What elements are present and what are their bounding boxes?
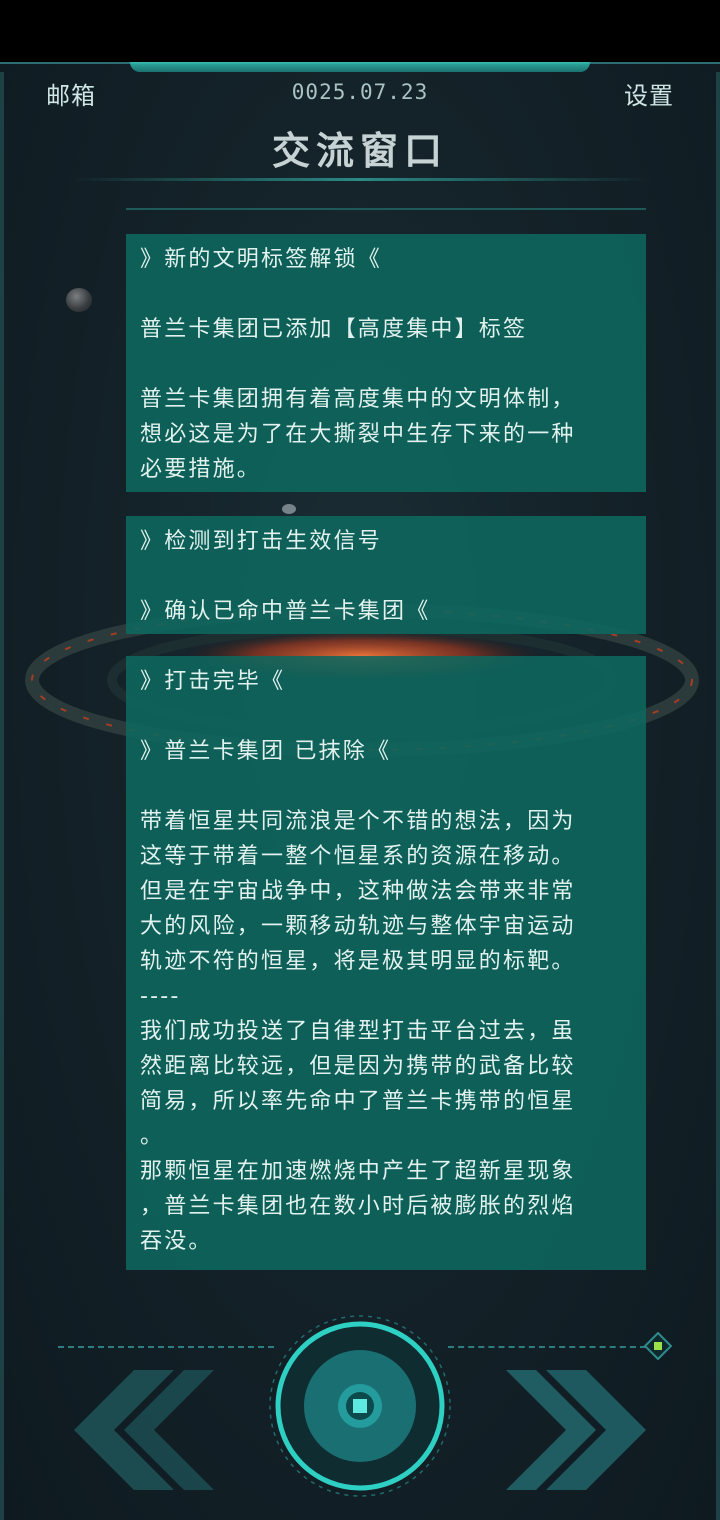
- message-line: 普兰卡集团拥有着高度集中的文明体制，: [140, 387, 576, 412]
- status-bar-area: [0, 0, 720, 62]
- message-line: 。: [140, 1124, 165, 1149]
- message-line: 想必这是为了在大撕裂中生存下来的一种: [140, 422, 576, 447]
- message-card-tag-unlock: 》新的文明标签解锁《 普兰卡集团已添加【高度集中】标签 普兰卡集团拥有着高度集中…: [126, 234, 646, 492]
- message-line: 简易，所以率先命中了普兰卡携带的恒星: [140, 1089, 576, 1114]
- message-line: 》普兰卡集团 已抹除《: [140, 739, 392, 764]
- message-line: 我们成功投送了自律型打击平台过去，虽: [140, 1019, 576, 1044]
- message-line: 》新的文明标签解锁《: [140, 247, 383, 272]
- title-divider: [70, 178, 650, 181]
- distant-planet: [66, 288, 92, 312]
- frame-left-edge: [0, 72, 4, 1520]
- game-date: 0025.07.23: [291, 80, 429, 104]
- message-line: 然距离比较远，但是因为携带的武备比较: [140, 1054, 576, 1079]
- message-line: ----: [140, 984, 181, 1009]
- message-card-strike-signal: 》检测到打击生效信号 》确认已命中普兰卡集团《: [126, 516, 646, 634]
- frame-right-edge: [716, 72, 720, 1520]
- message-line: 吞没。: [140, 1229, 213, 1254]
- frame-top-accent: [130, 62, 590, 72]
- message-line: 大的风险，一颗移动轨迹与整体宇宙运动: [140, 914, 576, 939]
- page-title: 交流窗口: [271, 129, 448, 173]
- message-line: 必要措施。: [140, 457, 262, 482]
- message-line: 》检测到打击生效信号: [140, 529, 383, 554]
- double-chevron-right-icon[interactable]: [506, 1370, 656, 1490]
- message-line: 但是在宇宙战争中，这种做法会带来非常: [140, 879, 576, 904]
- message-line: ，普兰卡集团也在数小时后被膨胀的烈焰: [140, 1194, 576, 1219]
- message-line: 》确认已命中普兰卡集团《: [140, 599, 431, 624]
- confirm-ring-button-icon[interactable]: [268, 1314, 452, 1498]
- message-line: 这等于带着一整个恒星系的资源在移动。: [140, 844, 576, 869]
- message-line: 带着恒星共同流浪是个不错的想法，因为: [140, 809, 576, 834]
- message-line: 普兰卡集团已添加【高度集中】标签: [140, 317, 528, 342]
- message-card-strike-complete: 》打击完毕《 》普兰卡集团 已抹除《 带着恒星共同流浪是个不错的想法，因为 这等…: [126, 656, 646, 1270]
- space-debris: [282, 504, 296, 514]
- content-top-divider: [126, 208, 646, 210]
- diamond-indicator-icon: [644, 1332, 672, 1360]
- control-dashed-line-left: [58, 1346, 274, 1348]
- double-chevron-left-icon[interactable]: [64, 1370, 214, 1490]
- settings-button[interactable]: 设置: [624, 76, 674, 111]
- control-dashed-line-right: [448, 1346, 646, 1348]
- message-line: 轨迹不符的恒星，将是极其明显的标靶。: [140, 949, 576, 974]
- message-line: 》打击完毕《: [140, 669, 286, 694]
- message-line: 那颗恒星在加速燃烧中产生了超新星现象: [140, 1159, 576, 1184]
